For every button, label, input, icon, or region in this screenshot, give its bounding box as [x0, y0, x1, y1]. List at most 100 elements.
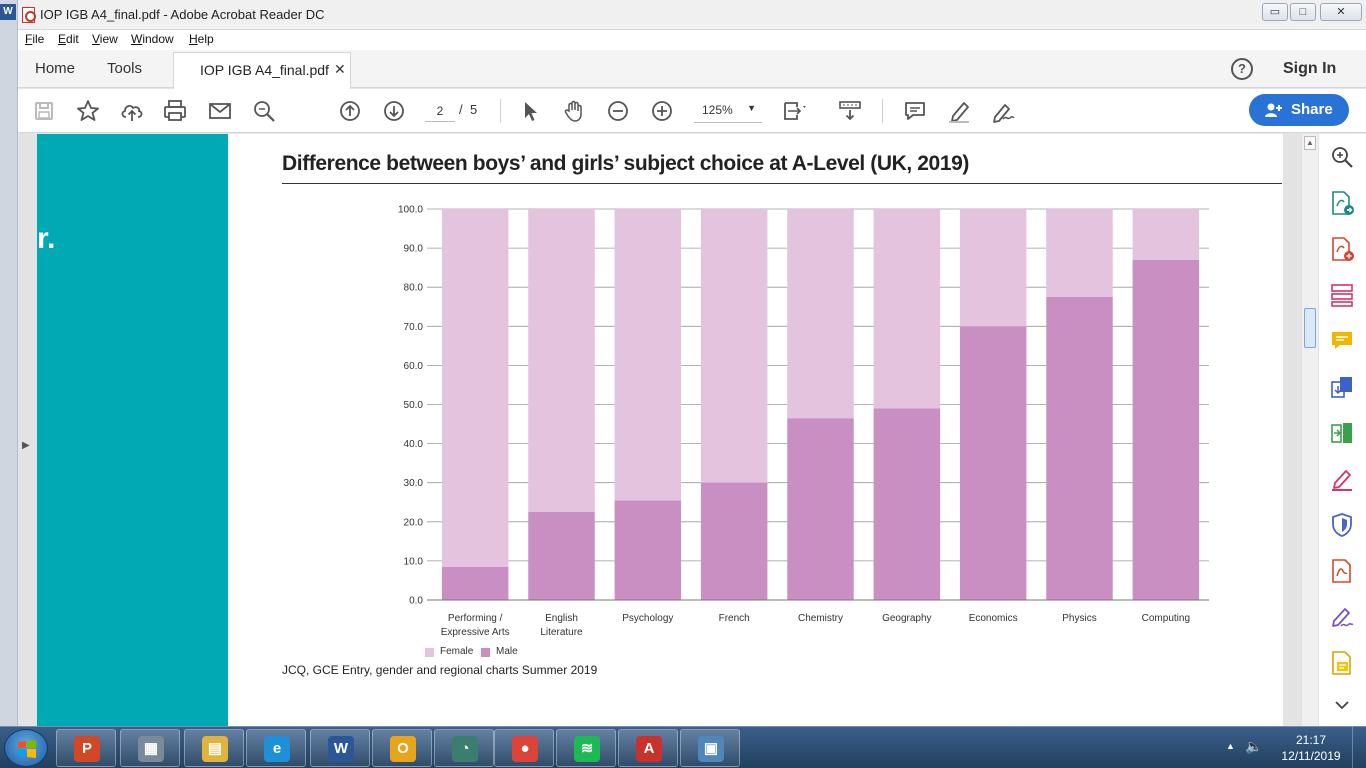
- document-note-icon[interactable]: [1329, 650, 1355, 676]
- vertical-scrollbar[interactable]: ▲: [1301, 134, 1318, 726]
- highlight-pen-icon[interactable]: [945, 97, 973, 125]
- taskbar-network-app[interactable]: ◔: [434, 729, 494, 767]
- pdf-icon[interactable]: [1329, 558, 1355, 584]
- comment-tool-icon[interactable]: [1329, 328, 1355, 354]
- legend-label-male: Male: [496, 646, 518, 657]
- maximize-button[interactable]: □: [1290, 3, 1316, 21]
- toolbar-divider: [500, 99, 501, 123]
- toolbar-divider: [882, 99, 883, 123]
- minimize-button[interactable]: ▭: [1262, 3, 1288, 21]
- taskbar-outlook[interactable]: O: [372, 729, 432, 767]
- start-button[interactable]: [4, 729, 48, 767]
- share-button[interactable]: Share: [1249, 94, 1349, 126]
- y-tick-label: 0.0: [409, 596, 423, 607]
- volume-icon[interactable]: 🔈: [1245, 738, 1262, 755]
- clock-time[interactable]: 21:17: [1281, 733, 1341, 747]
- taskbar-internet-explorer[interactable]: e: [246, 729, 306, 767]
- taskbar-chrome[interactable]: ●: [494, 729, 554, 767]
- export-pdf-icon[interactable]: [1329, 190, 1355, 216]
- taskbar-photo-viewer[interactable]: ▣: [680, 729, 740, 767]
- tray-overflow-icon[interactable]: ▲: [1226, 741, 1235, 751]
- acrobat-icon: [22, 7, 36, 23]
- tab-home[interactable]: Home: [35, 60, 75, 77]
- taskbar-file-explorer[interactable]: ▤: [184, 729, 244, 767]
- x-tick-label: Geography: [882, 613, 931, 624]
- title-rule: [282, 183, 1282, 184]
- compress-pdf-icon[interactable]: [1329, 420, 1355, 446]
- sign-pen-icon[interactable]: [1329, 604, 1355, 630]
- find-zoom-icon[interactable]: [250, 97, 278, 125]
- y-tick-label: 90.0: [404, 244, 424, 255]
- hand-tool-icon[interactable]: [560, 97, 588, 125]
- create-pdf-icon[interactable]: [1329, 236, 1355, 262]
- menu-edit[interactable]: Edit: [58, 32, 79, 46]
- bar-female: [528, 209, 595, 513]
- pdf-page: r. Difference between boys’ and girls’ s…: [37, 134, 1283, 726]
- taskbar-spotify[interactable]: ≋: [556, 729, 616, 767]
- bar-male: [441, 566, 509, 600]
- scrollbar-thumb[interactable]: [1304, 308, 1316, 348]
- x-tick-label: Literature: [540, 627, 583, 638]
- word-icon: W: [328, 736, 354, 762]
- x-tick-label: Psychology: [622, 613, 673, 624]
- x-tick-label: Physics: [1062, 613, 1096, 624]
- fill-sign-icon[interactable]: [1329, 466, 1355, 492]
- protect-icon[interactable]: [1329, 512, 1355, 538]
- y-tick-label: 30.0: [404, 478, 424, 489]
- menu-view[interactable]: View: [92, 32, 118, 46]
- bookmark-star-icon[interactable]: [74, 97, 102, 125]
- document-viewer[interactable]: ▶ ◀ r. Difference between boys’ and girl…: [18, 134, 1318, 726]
- sign-in-link[interactable]: Sign In: [1283, 60, 1336, 78]
- close-window-button[interactable]: ✕: [1320, 3, 1362, 21]
- taskbar-powerpoint[interactable]: P: [56, 729, 116, 767]
- show-desktop-button[interactable]: [1352, 727, 1366, 768]
- zoom-select[interactable]: 125% ▼: [694, 99, 762, 123]
- x-tick-label: Computing: [1142, 613, 1190, 624]
- x-tick-label: Economics: [969, 613, 1018, 624]
- bar-female: [959, 209, 1027, 327]
- y-tick-label: 80.0: [404, 283, 424, 294]
- sign-icon[interactable]: [989, 97, 1017, 125]
- menu-window[interactable]: Window: [131, 32, 174, 46]
- share-label: Share: [1291, 101, 1333, 118]
- y-tick-label: 40.0: [404, 439, 424, 450]
- powerpoint-icon: P: [74, 736, 100, 762]
- word-window-icon[interactable]: W: [0, 4, 16, 20]
- taskbar-word[interactable]: W: [310, 729, 370, 767]
- menu-help[interactable]: Help: [189, 32, 214, 46]
- page-number-input[interactable]: [425, 100, 455, 122]
- bar-male: [787, 418, 854, 600]
- help-icon[interactable]: ?: [1231, 58, 1253, 80]
- organize-pages-icon[interactable]: [1329, 282, 1355, 308]
- bar-male: [1046, 296, 1113, 600]
- y-tick-label: 50.0: [404, 400, 424, 411]
- taskbar-calculator[interactable]: ▦: [120, 729, 180, 767]
- comment-icon[interactable]: [901, 97, 929, 125]
- scroll-mode-icon[interactable]: [836, 97, 864, 125]
- taskbar-acrobat[interactable]: A: [618, 729, 678, 767]
- y-tick-label: 70.0: [404, 322, 424, 333]
- bar-male: [528, 512, 595, 600]
- tab-tools[interactable]: Tools: [107, 60, 142, 77]
- enhance-scan-icon[interactable]: [1329, 144, 1355, 170]
- page-up-icon[interactable]: [336, 97, 364, 125]
- cloud-upload-icon[interactable]: [118, 97, 146, 125]
- tab-document[interactable]: IOP IGB A4_final.pdf ✕: [173, 52, 351, 89]
- network-app-icon: ◔: [452, 736, 478, 762]
- email-icon[interactable]: [206, 97, 234, 125]
- scroll-up-button[interactable]: ▲: [1304, 136, 1316, 150]
- page-down-icon[interactable]: [380, 97, 408, 125]
- save-icon[interactable]: [30, 97, 58, 125]
- more-tools-chevron-icon[interactable]: [1329, 692, 1355, 718]
- select-cursor-icon[interactable]: [516, 97, 544, 125]
- expand-left-panel-icon[interactable]: ▶: [22, 440, 30, 451]
- menu-file[interactable]: File: [25, 32, 44, 46]
- close-tab-icon[interactable]: ✕: [334, 61, 346, 78]
- print-icon[interactable]: [161, 97, 189, 125]
- zoom-out-icon[interactable]: [604, 97, 632, 125]
- combine-files-icon[interactable]: [1329, 374, 1355, 400]
- zoom-in-icon[interactable]: [648, 97, 676, 125]
- clock-date[interactable]: 12/11/2019: [1281, 749, 1341, 763]
- fit-page-icon[interactable]: [780, 97, 808, 125]
- internet-explorer-icon: e: [264, 736, 290, 762]
